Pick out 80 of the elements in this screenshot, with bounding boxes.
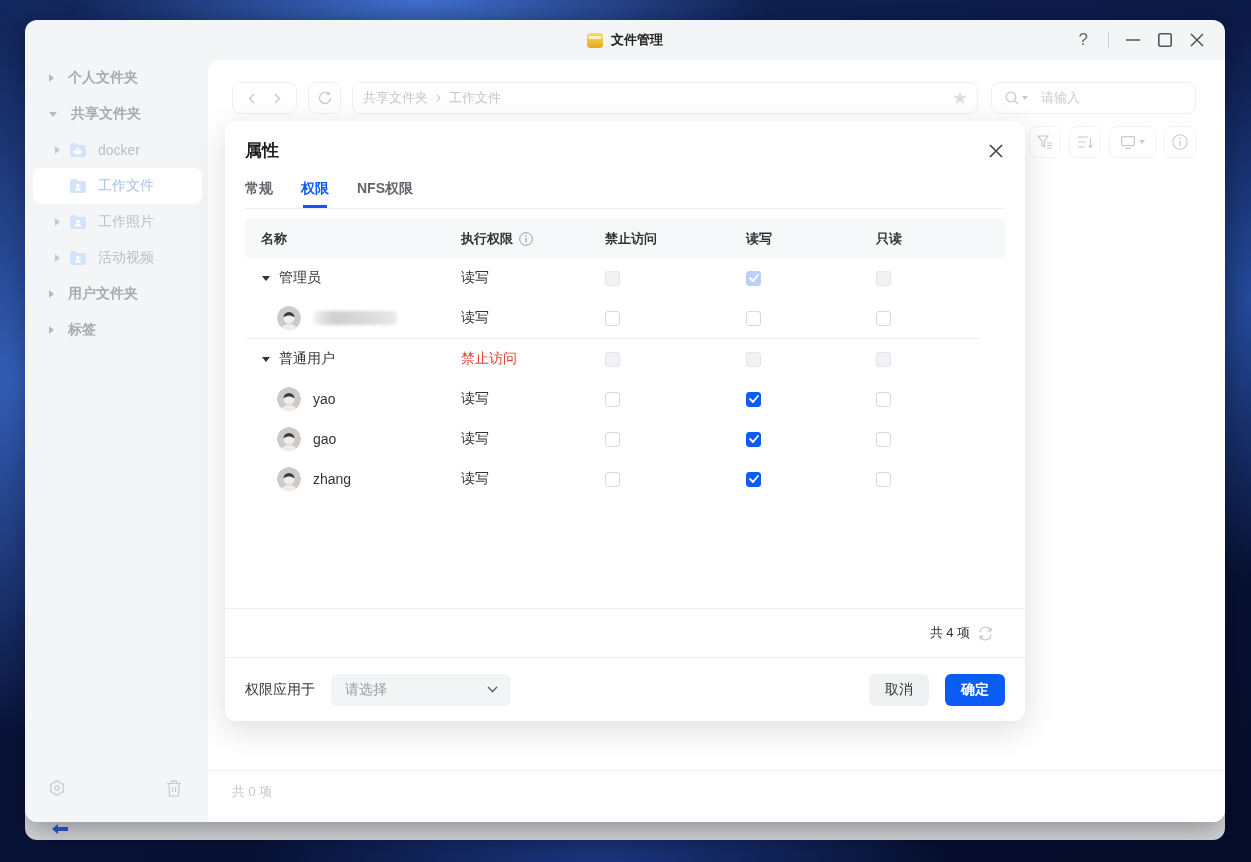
filter-button[interactable] (1029, 126, 1061, 158)
caret-right-icon[interactable] (55, 218, 60, 226)
group-name: 管理员 (279, 269, 321, 287)
chevron-down-icon (487, 686, 498, 693)
settings-icon[interactable] (49, 780, 65, 796)
column-header: 读写 (746, 229, 772, 248)
folder-icon (70, 251, 86, 265)
group-name: 普通用户 (279, 350, 335, 368)
caret-right-icon[interactable] (55, 254, 60, 262)
help-button[interactable]: ? (1078, 30, 1088, 50)
folder-icon (70, 179, 86, 193)
arrow-icon (52, 824, 68, 834)
search-icon[interactable] (1005, 91, 1019, 105)
info-button[interactable] (1164, 126, 1196, 158)
cancel-button[interactable]: 取消 (869, 673, 929, 706)
column-header: 只读 (876, 229, 902, 248)
checkbox[interactable] (746, 471, 761, 487)
sidebar-item[interactable]: 共享文件夹 (33, 96, 202, 132)
back-icon[interactable] (248, 92, 256, 104)
maximize-icon[interactable] (1158, 33, 1172, 47)
caret-right-icon[interactable] (49, 74, 54, 82)
checkbox[interactable] (746, 391, 761, 407)
user-name: yao (313, 391, 336, 407)
avatar-icon (277, 387, 301, 411)
view-button[interactable] (1109, 126, 1156, 158)
trash-icon[interactable] (166, 779, 182, 797)
refresh-icon[interactable] (978, 625, 993, 641)
window-title: 文件管理 (611, 31, 663, 49)
avatar-icon (277, 306, 301, 330)
sidebar-item[interactable]: 用户文件夹 (33, 276, 202, 312)
forward-icon[interactable] (273, 92, 281, 104)
star-icon[interactable] (953, 91, 967, 105)
sidebar-item[interactable]: 工作文件 (33, 168, 202, 204)
tab[interactable]: 常规 (245, 166, 273, 208)
refresh-button[interactable] (308, 82, 341, 114)
sort-button[interactable] (1069, 126, 1101, 158)
caret-right-icon[interactable] (55, 146, 60, 154)
permission-text: 读写 (461, 470, 489, 488)
permission-text: 禁止访问 (461, 350, 517, 368)
confirm-button[interactable]: 确定 (945, 673, 1005, 706)
sidebar-item[interactable]: docker (33, 132, 202, 168)
chevron-right-icon (436, 94, 441, 102)
dialog-title: 属性 (245, 140, 279, 162)
breadcrumb-item[interactable]: 共享文件夹 (363, 89, 428, 107)
tab[interactable]: NFS权限 (357, 166, 413, 208)
monitor-icon (1120, 135, 1135, 149)
breadcrumb-item[interactable]: 工作文件 (449, 89, 501, 107)
column-header: 名称 (261, 229, 287, 248)
close-icon[interactable] (1190, 33, 1204, 47)
caret-right-icon[interactable] (49, 290, 54, 298)
info-icon (1172, 134, 1188, 150)
permission-text: 读写 (461, 390, 489, 408)
caret-down-icon (1138, 140, 1145, 144)
column-header: 禁止访问 (605, 229, 657, 248)
close-icon[interactable] (989, 144, 1003, 158)
filter-icon (1037, 135, 1053, 149)
column-header: 执行权限 (461, 229, 513, 248)
caret-right-icon[interactable] (49, 326, 54, 334)
user-name: gao (313, 431, 337, 447)
field-label: 权限应用于 (245, 680, 315, 699)
permission-text: 读写 (461, 309, 489, 327)
permission-text: 读写 (461, 430, 489, 448)
sort-icon (1077, 135, 1093, 149)
permission-text: 读写 (461, 269, 489, 287)
checkbox[interactable] (746, 431, 761, 447)
sidebar-item[interactable]: 个人文件夹 (33, 60, 202, 96)
info-icon[interactable] (519, 231, 533, 246)
folder-icon (70, 143, 86, 157)
item-count: 共 0 项 (232, 784, 273, 799)
avatar-icon (277, 467, 301, 491)
app-icon (587, 32, 603, 48)
sidebar-item[interactable]: 标签 (33, 312, 202, 348)
caret-down-icon[interactable] (262, 275, 270, 281)
item-count: 共 4 项 (929, 624, 970, 642)
avatar-icon (277, 427, 301, 451)
select-field[interactable]: 请选择 (331, 673, 511, 706)
refresh-icon (317, 91, 332, 105)
caret-down-icon[interactable] (262, 356, 270, 362)
folder-icon (70, 215, 86, 229)
user-name: zhang (313, 471, 352, 487)
